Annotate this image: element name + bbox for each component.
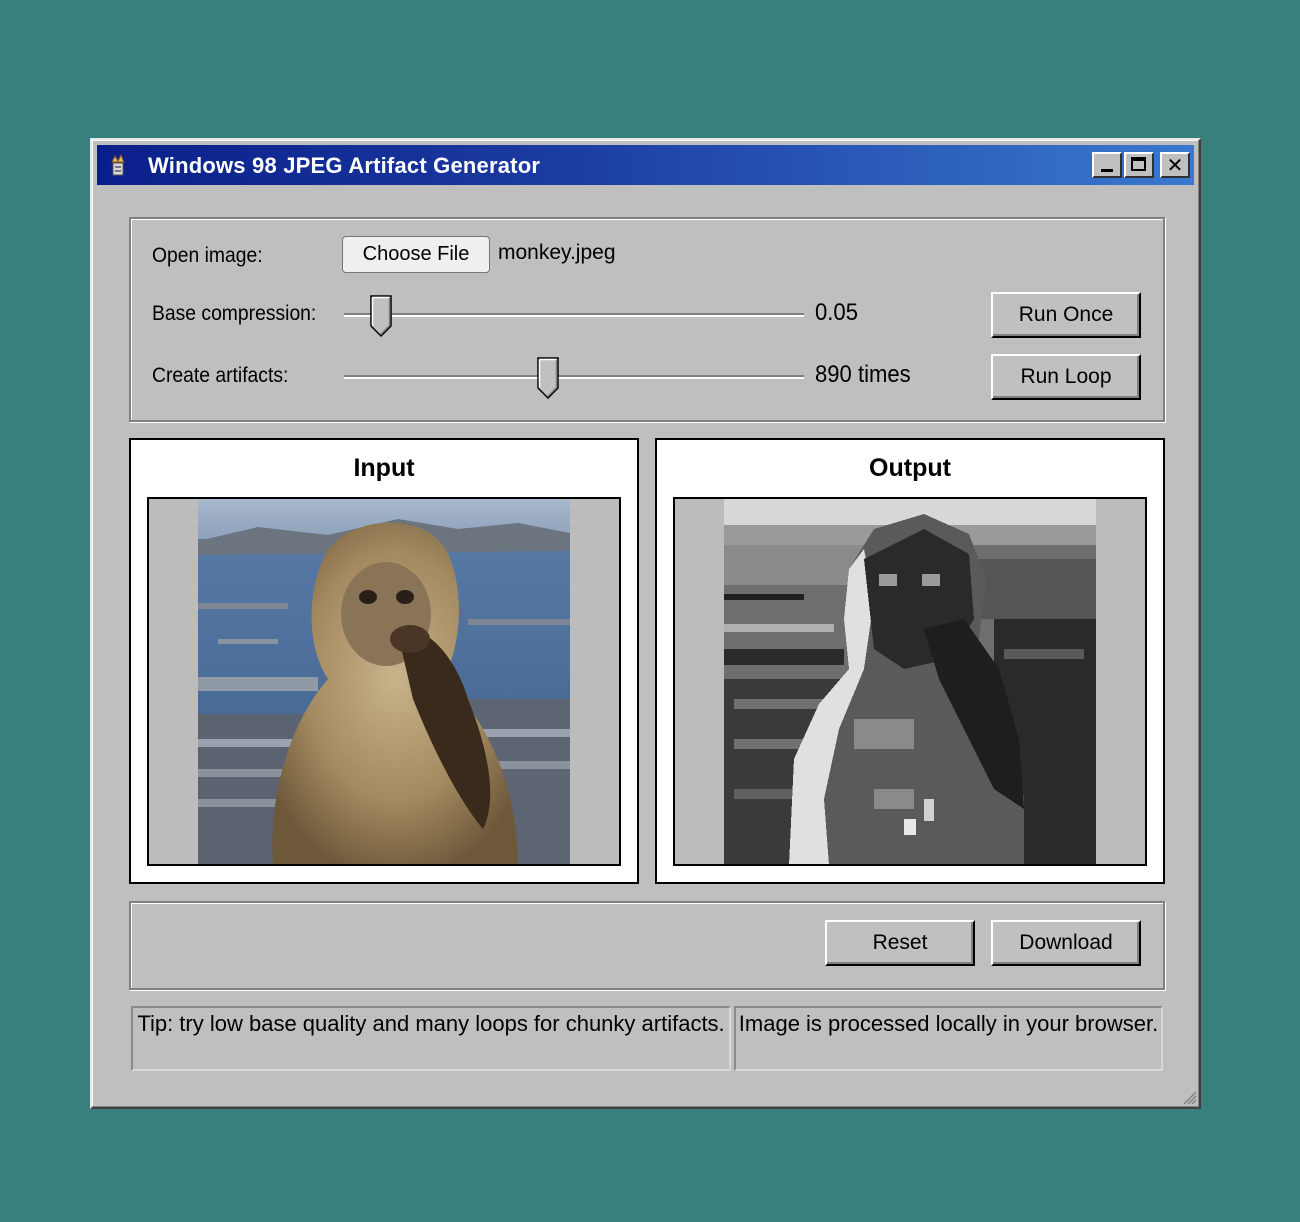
slider-thumb[interactable] bbox=[537, 357, 559, 399]
output-title: Output bbox=[869, 454, 951, 482]
app-window: Windows 98 JPEG Artifact Generator ✕ Ope… bbox=[90, 138, 1201, 1109]
input-image-well bbox=[147, 497, 621, 866]
input-image bbox=[198, 499, 570, 864]
selected-file-name: monkey.jpeg bbox=[498, 241, 616, 264]
reset-button[interactable]: Reset bbox=[825, 920, 975, 966]
status-privacy: Image is processed locally in your brows… bbox=[734, 1006, 1163, 1071]
close-button[interactable]: ✕ bbox=[1160, 152, 1190, 178]
close-icon: ✕ bbox=[1166, 153, 1184, 177]
download-button[interactable]: Download bbox=[991, 920, 1141, 966]
output-image bbox=[724, 499, 1096, 864]
create-artifacts-value: 890 times bbox=[815, 361, 911, 388]
choose-file-button[interactable]: Choose File bbox=[342, 236, 490, 273]
slider-track bbox=[344, 313, 804, 317]
input-panel: Input bbox=[129, 438, 639, 884]
output-image-well bbox=[673, 497, 1147, 866]
create-artifacts-slider[interactable] bbox=[344, 357, 804, 399]
minimize-icon bbox=[1101, 169, 1113, 172]
maximize-icon bbox=[1131, 157, 1146, 171]
minimize-button[interactable] bbox=[1092, 152, 1122, 178]
run-once-button[interactable]: Run Once bbox=[991, 292, 1141, 338]
open-image-label: Open image: bbox=[152, 244, 263, 267]
slider-track bbox=[344, 375, 804, 379]
app-icon bbox=[111, 153, 125, 176]
window-title: Windows 98 JPEG Artifact Generator bbox=[148, 153, 541, 178]
base-compression-slider[interactable] bbox=[344, 295, 804, 337]
controls-group: Open image: Choose File monkey.jpeg Base… bbox=[129, 217, 1165, 422]
output-panel: Output bbox=[655, 438, 1165, 884]
run-loop-button[interactable]: Run Loop bbox=[991, 354, 1141, 400]
input-title: Input bbox=[353, 454, 415, 482]
status-tip: Tip: try low base quality and many loops… bbox=[131, 1006, 731, 1071]
resize-grip-icon[interactable] bbox=[1183, 1091, 1197, 1105]
title-bar[interactable]: Windows 98 JPEG Artifact Generator ✕ bbox=[97, 145, 1194, 185]
base-compression-value: 0.05 bbox=[815, 299, 858, 326]
create-artifacts-label: Create artifacts: bbox=[152, 364, 289, 387]
maximize-button[interactable] bbox=[1124, 152, 1154, 178]
slider-thumb[interactable] bbox=[370, 295, 392, 337]
base-compression-label: Base compression: bbox=[152, 302, 317, 325]
actions-group: Reset Download bbox=[129, 901, 1165, 990]
